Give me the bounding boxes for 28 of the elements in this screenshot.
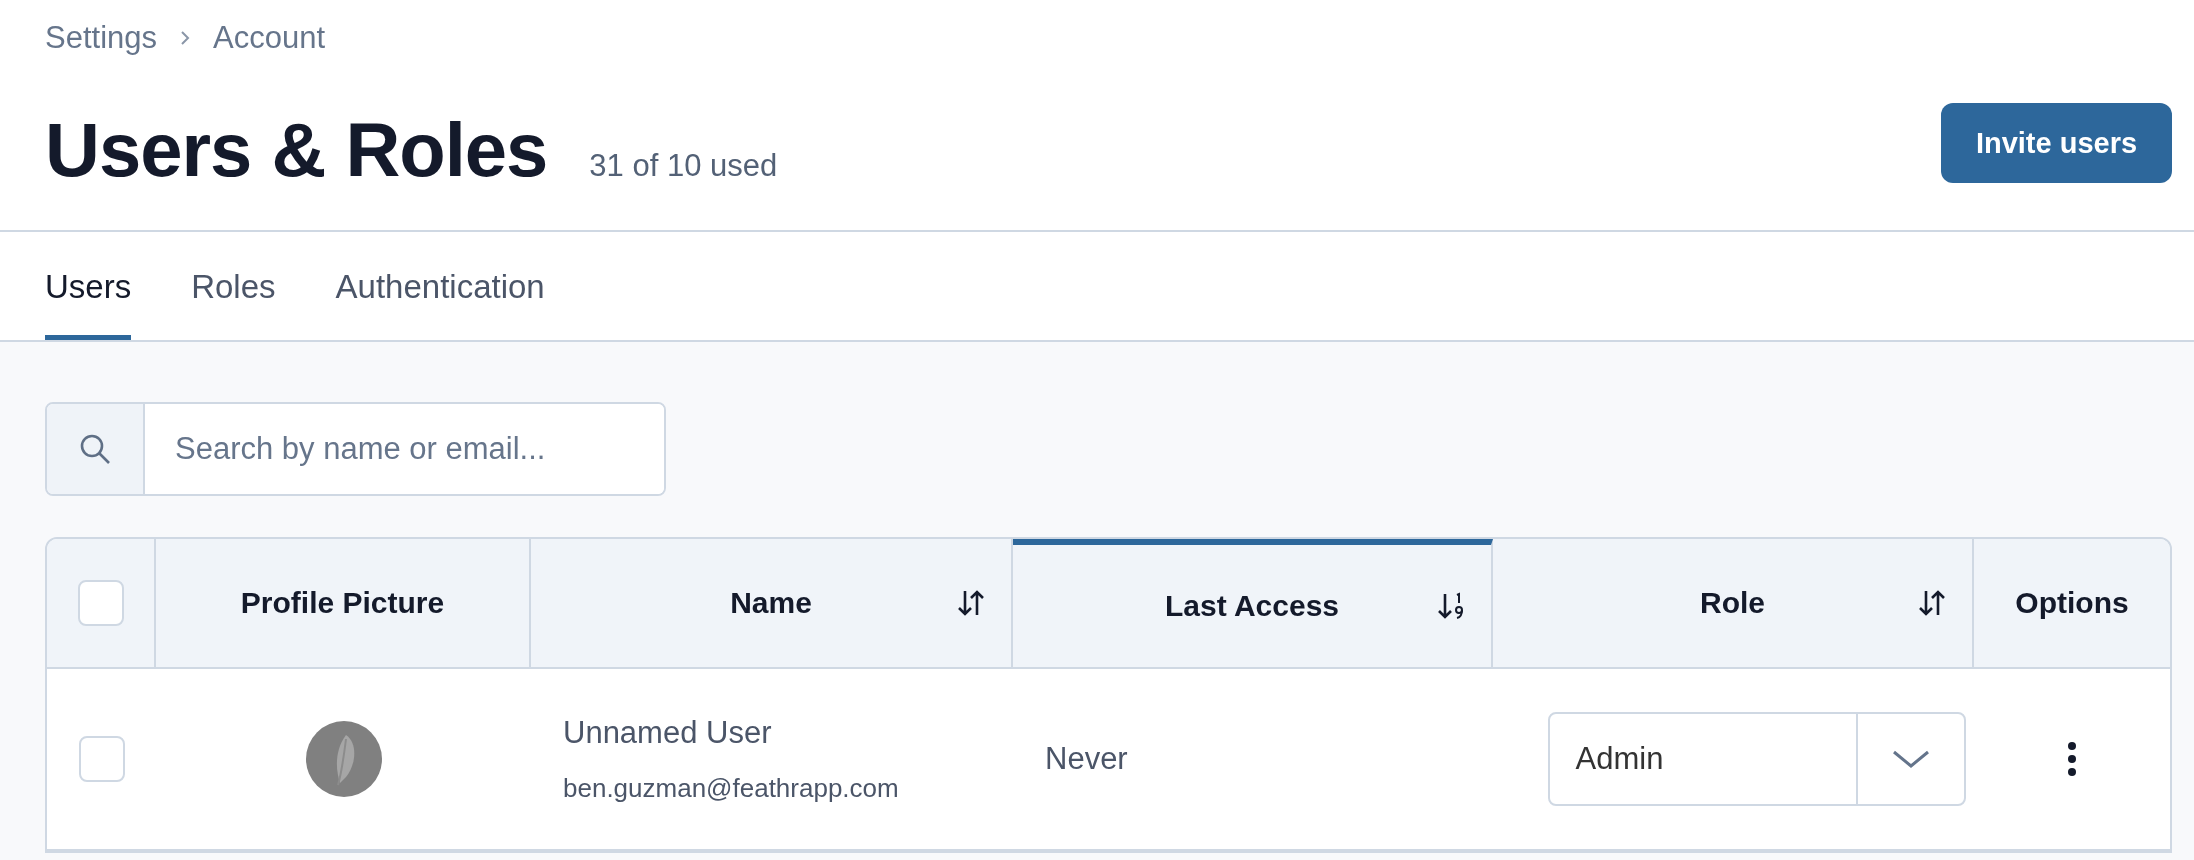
sort-icon	[957, 588, 985, 618]
breadcrumb-link[interactable]: Settings	[45, 20, 157, 56]
usage-count: 31 of 10 used	[589, 147, 778, 184]
user-email: ben.guzman@feathrapp.com	[563, 772, 899, 804]
search-icon	[78, 432, 112, 466]
page-title: Users & Roles	[45, 105, 548, 193]
chevron-down-icon	[1890, 748, 1931, 770]
sort-descending-icon	[1437, 591, 1465, 621]
column-header[interactable]: Options	[1974, 539, 2170, 667]
checkbox[interactable]	[77, 580, 124, 626]
sort-icon	[1918, 588, 1946, 618]
column-header[interactable]: Role	[1493, 539, 1974, 667]
column-header[interactable]: Name	[531, 539, 1013, 667]
role-dropdown[interactable]: Admin	[1547, 712, 1966, 806]
user-name: Unnamed User	[563, 714, 772, 751]
column-header[interactable]: Profile Picture	[156, 539, 531, 667]
breadcrumb-link[interactable]: Account	[213, 20, 326, 56]
checkbox[interactable]	[78, 736, 125, 782]
last-access-text: Never	[1045, 741, 1128, 777]
avatar-icon	[305, 721, 382, 797]
tab[interactable]: Roles	[191, 232, 276, 340]
tab[interactable]: Authentication	[335, 232, 545, 340]
tab[interactable]: Users	[45, 232, 132, 340]
vertical-dots-icon	[2067, 741, 2077, 777]
invite-users-button[interactable]: Invite users	[1941, 103, 2172, 183]
chevron-right-icon	[179, 29, 191, 47]
column-header[interactable]: Last Access	[1013, 539, 1493, 667]
search-field[interactable]: Search by name or email...	[45, 402, 666, 496]
